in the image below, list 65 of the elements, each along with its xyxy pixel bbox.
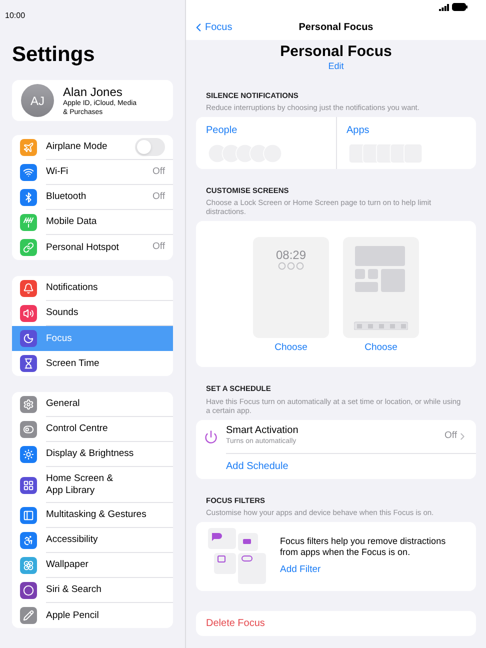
back-button[interactable]: Focus <box>192 20 232 34</box>
grid-icon <box>20 476 37 494</box>
panel-icon <box>20 507 37 524</box>
row-label: Display & Brightness <box>46 448 135 460</box>
flower-icon <box>20 557 37 574</box>
home-screen-preview[interactable] <box>343 237 419 338</box>
row-label: Accessibility <box>46 534 99 546</box>
filter-illustration-drawing <box>206 528 268 584</box>
row-label: Screen Time <box>46 358 100 370</box>
power-icon <box>204 430 218 444</box>
bluetooth-icon <box>20 189 37 206</box>
focus-title: Personal Focus <box>280 43 392 60</box>
delete-focus-button[interactable]: Delete Focus <box>196 610 476 636</box>
battery-icon <box>452 3 468 11</box>
row-value: Off <box>444 428 457 443</box>
widget-dots-icon <box>278 262 304 270</box>
apps-link[interactable]: Apps <box>346 122 370 138</box>
navigation-title: Personal Focus <box>298 20 374 34</box>
people-link[interactable]: People <box>206 122 238 138</box>
row-label: Sounds <box>46 307 80 319</box>
moon-icon <box>20 330 37 347</box>
row-label: Personal Hotspot <box>46 242 120 254</box>
hourglass-icon <box>20 355 37 372</box>
accessibility-icon <box>20 532 37 549</box>
switches-icon <box>20 421 37 438</box>
orb-icon <box>20 582 37 599</box>
row-label: Home Screen & App Library <box>46 472 114 496</box>
choose-link[interactable]: Choose <box>274 341 308 356</box>
row-label: Focus <box>46 332 73 344</box>
antenna-icon <box>20 214 37 231</box>
row-label: Airplane Mode <box>46 141 108 153</box>
row-value: Off <box>152 240 165 254</box>
smart-activation-title: Smart Activation <box>226 424 300 437</box>
row-label: Siri & Search <box>46 584 102 596</box>
airplane-icon <box>20 139 37 156</box>
avatar: AJ <box>21 84 54 117</box>
row-label: Mobile Data <box>46 216 98 228</box>
row-value: Off <box>152 190 165 204</box>
settings-title: Settings <box>11 42 96 68</box>
signal-icon <box>439 4 449 10</box>
row-label: General <box>46 398 81 410</box>
toggle-switch[interactable] <box>135 138 165 156</box>
link-icon <box>20 239 37 256</box>
choose-link[interactable]: Choose <box>364 341 398 356</box>
gear-icon <box>20 396 37 413</box>
row-value: Off <box>152 164 165 179</box>
speaker-icon <box>20 305 37 322</box>
row-label: Wallpaper <box>46 559 90 571</box>
bell-icon <box>20 280 37 297</box>
row-label: Wi-Fi <box>46 166 70 178</box>
add-schedule-link[interactable]: Add Schedule <box>226 458 288 474</box>
row-label: Multitasking & Gestures <box>46 509 148 521</box>
wifi-icon <box>20 164 37 181</box>
preview-time: 08:29 <box>276 249 306 262</box>
row-label: Notifications <box>46 282 99 294</box>
profile-name: Alan Jones <box>63 84 124 98</box>
sun-icon <box>20 446 37 463</box>
row-label: Apple Pencil <box>46 610 100 622</box>
status-time: 10:00 <box>5 11 26 20</box>
row-label: Control Centre <box>46 423 109 435</box>
pencil-icon <box>20 607 37 624</box>
add-filter-link[interactable]: Add Filter <box>280 562 321 577</box>
edit-link[interactable]: Edit <box>328 60 344 74</box>
filters-text: Focus filters help you remove distractions from apps when the Focus is on. <box>280 536 447 558</box>
row-label: Bluetooth <box>46 191 88 203</box>
